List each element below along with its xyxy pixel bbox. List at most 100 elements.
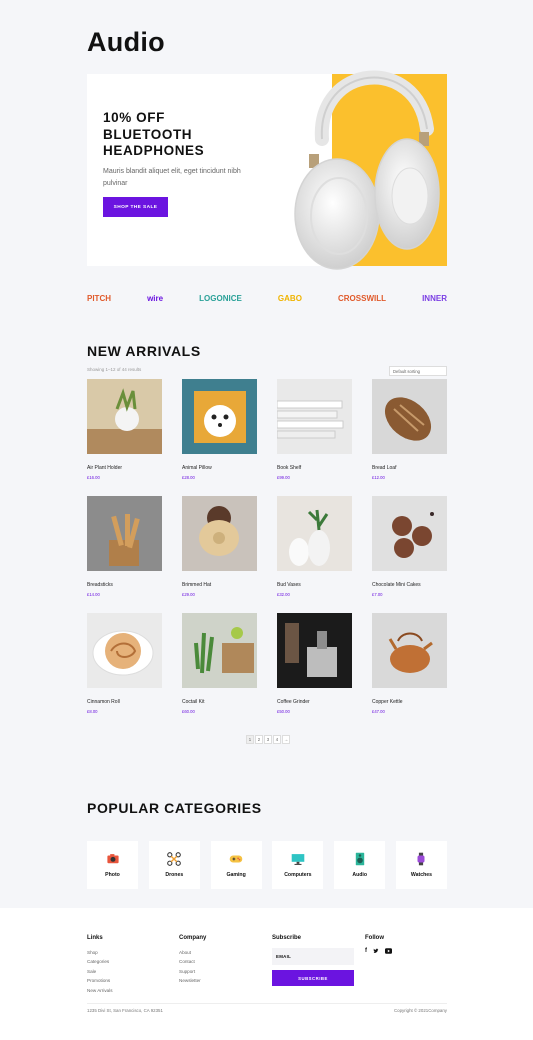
product-name[interactable]: Brimmed Hat <box>182 582 257 588</box>
next-page-button[interactable]: → <box>282 735 290 744</box>
sort-select[interactable]: Default sorting <box>389 366 447 376</box>
product-image[interactable] <box>372 613 447 688</box>
product-card[interactable]: Animal Pillow £28.00 <box>182 379 257 480</box>
category-watches[interactable]: Watches <box>395 841 447 889</box>
category-computers[interactable]: Computers <box>272 841 324 889</box>
footer-link[interactable]: New Arrivals <box>87 986 113 995</box>
pagination: 1 2 3 4 → <box>246 735 290 744</box>
product-name[interactable]: Breadsticks <box>87 582 162 588</box>
product-name[interactable]: Coctail Kit <box>182 699 257 705</box>
product-price: £28.00 <box>182 475 195 480</box>
watch-icon <box>417 852 425 866</box>
footer-link[interactable]: Categories <box>87 957 113 966</box>
product-price: £50.00 <box>277 709 290 714</box>
product-price: £99.00 <box>277 475 290 480</box>
product-card[interactable]: Chocolate Mini Cakes £7.00 <box>372 496 447 597</box>
product-image[interactable] <box>182 613 257 688</box>
footer: Links Shop Categories Sale Promotions New Ar… <box>0 908 533 1040</box>
footer-divider <box>87 1003 447 1004</box>
footer-address: 1235 Divi St, San Francisco, CA 92351 <box>87 1008 163 1013</box>
product-price: £12.00 <box>372 475 385 480</box>
product-price: £16.00 <box>87 475 100 480</box>
product-card[interactable]: Breadsticks £14.00 <box>87 496 162 597</box>
product-image[interactable] <box>87 613 162 688</box>
result-count: Showing 1–12 of 44 results <box>87 367 142 372</box>
product-image[interactable] <box>277 496 352 571</box>
page-title: Audio <box>87 27 165 57</box>
footer-follow: Follow f <box>365 935 392 956</box>
product-card[interactable]: Air Plant Holder £16.00 <box>87 379 162 480</box>
product-price: £47.00 <box>372 709 385 714</box>
brand-logo: wire <box>147 293 164 303</box>
camera-icon <box>106 854 119 864</box>
email-field[interactable]: EMAIL <box>272 948 354 965</box>
speaker-icon <box>355 852 364 866</box>
product-name[interactable]: Bud Vases <box>277 582 352 588</box>
footer-link[interactable]: About <box>179 948 206 957</box>
footer-link[interactable]: Sale <box>87 967 113 976</box>
product-name[interactable]: Chocolate Mini Cakes <box>372 582 447 588</box>
product-price: £14.00 <box>87 592 100 597</box>
category-drones[interactable]: Drones <box>148 841 200 889</box>
footer-company: Company About Contact Support Newsletter <box>179 935 206 986</box>
hero-title: 10% OFF BLUETOOTH HEADPHONES <box>103 110 205 158</box>
brand-logo: INNER <box>422 293 447 303</box>
product-name[interactable]: Book Shelf <box>277 465 352 471</box>
footer-subscribe-heading: Subscribe <box>272 935 302 941</box>
category-photo[interactable]: Photo <box>87 841 138 889</box>
page-number[interactable]: 3 <box>264 735 272 744</box>
product-image[interactable] <box>87 379 162 454</box>
headphones-image <box>294 70 440 270</box>
category-audio[interactable]: Audio <box>334 841 386 889</box>
footer-link[interactable]: Promotions <box>87 976 113 985</box>
footer-links-heading: Links <box>87 935 103 941</box>
footer-link[interactable]: Contact <box>179 957 206 966</box>
footer-subscribe: Subscribe EMAIL SUBSCRIBE <box>272 935 354 986</box>
new-arrivals-title: NEW ARRIVALS <box>87 343 201 359</box>
footer-link[interactable]: Shop <box>87 948 113 957</box>
category-label: Gaming <box>226 872 246 878</box>
product-image[interactable] <box>372 496 447 571</box>
category-gaming[interactable]: Gaming <box>210 841 262 889</box>
product-image[interactable] <box>182 496 257 571</box>
twitter-icon[interactable] <box>373 948 379 956</box>
product-image[interactable] <box>87 496 162 571</box>
product-image[interactable] <box>277 613 352 688</box>
product-card[interactable]: Bread Loaf £12.00 <box>372 379 447 480</box>
product-name[interactable]: Bread Loaf <box>372 465 447 471</box>
category-label: Drones <box>165 872 184 878</box>
page-number[interactable]: 2 <box>255 735 263 744</box>
gamepad-icon <box>229 855 243 863</box>
product-name[interactable]: Copper Kettle <box>372 699 447 705</box>
page-number[interactable]: 1 <box>246 735 254 744</box>
product-image[interactable] <box>182 379 257 454</box>
product-card[interactable]: Copper Kettle £47.00 <box>372 613 447 714</box>
product-image[interactable] <box>372 379 447 454</box>
brand-logo: GABO <box>277 293 302 303</box>
shop-sale-button[interactable]: SHOP THE SALE <box>103 197 168 217</box>
facebook-icon[interactable]: f <box>365 948 367 956</box>
product-name[interactable]: Animal Pillow <box>182 465 257 471</box>
product-card[interactable]: Cinnamon Roll £8.00 <box>87 613 162 714</box>
product-image[interactable] <box>276 379 352 454</box>
footer-link[interactable]: Newsletter <box>179 976 206 985</box>
product-card[interactable]: Bud Vases £32.00 <box>277 496 352 597</box>
product-name[interactable]: Coffee Grinder <box>277 699 352 705</box>
product-name[interactable]: Air Plant Holder <box>87 465 162 471</box>
product-name[interactable]: Cinnamon Roll <box>87 699 162 705</box>
brand-logo: PITCH <box>87 293 111 303</box>
product-card[interactable]: Coffee Grinder £50.00 <box>277 613 352 714</box>
category-list: Photo Drones Gaming Computers Audio Watches <box>87 841 447 889</box>
subscribe-button[interactable]: SUBSCRIBE <box>272 970 354 986</box>
category-label: Photo <box>105 872 120 878</box>
page-number[interactable]: 4 <box>273 735 281 744</box>
product-card[interactable]: Brimmed Hat £29.00 <box>182 496 257 597</box>
category-label: Watches <box>410 872 433 878</box>
footer-link[interactable]: Support <box>179 967 206 976</box>
product-card[interactable]: Coctail Kit £60.00 <box>182 613 257 714</box>
product-price: £60.00 <box>182 709 195 714</box>
footer-links: Links Shop Categories Sale Promotions New Ar… <box>87 935 113 995</box>
youtube-icon[interactable] <box>385 948 392 956</box>
product-card[interactable]: Book Shelf £99.00 <box>276 379 352 480</box>
category-label: Computers <box>284 872 312 878</box>
